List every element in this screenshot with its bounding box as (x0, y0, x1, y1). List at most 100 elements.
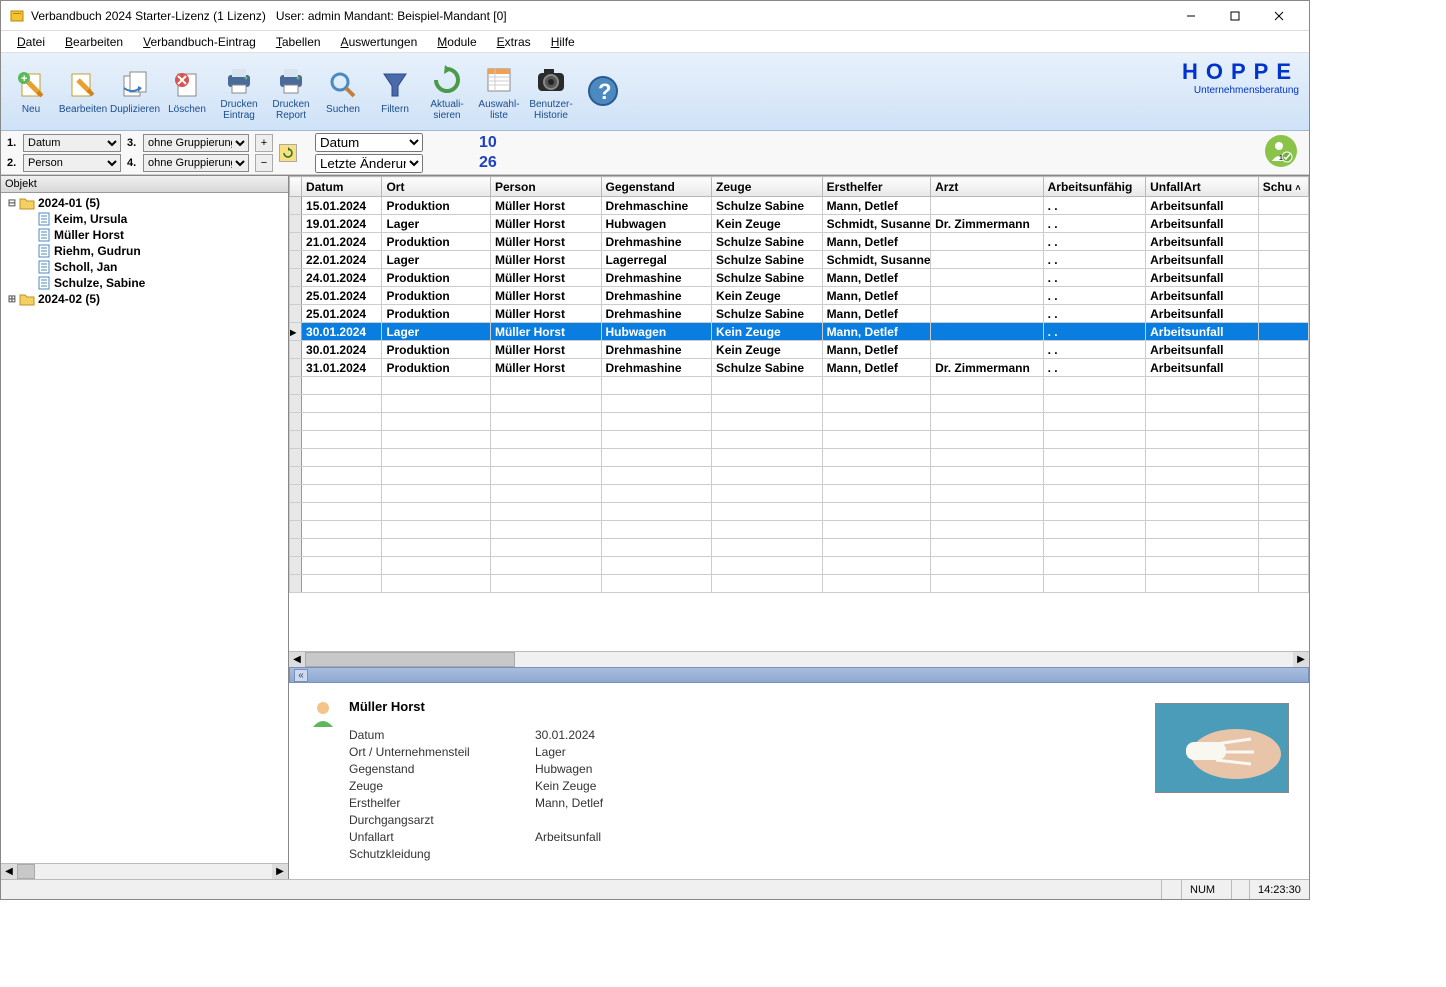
table-cell: . . (1043, 305, 1146, 323)
toolbar-bearbeiten[interactable]: Bearbeiten (57, 56, 109, 128)
row-selector[interactable] (290, 215, 302, 233)
table-row[interactable]: 19.01.2024LagerMüller HorstHubwagenKein … (290, 215, 1309, 233)
table-row[interactable]: 24.01.2024ProduktionMüller HorstDrehmash… (290, 269, 1309, 287)
column-header-ersthelfer[interactable]: Ersthelfer (822, 177, 931, 197)
menu-hilfe[interactable]: Hilfe (541, 33, 585, 51)
add-group-button[interactable]: + (255, 134, 273, 152)
scroll-left-icon[interactable]: ◀ (1, 864, 17, 879)
scroll-right-icon[interactable]: ▶ (272, 864, 288, 879)
column-header-zeuge[interactable]: Zeuge (712, 177, 823, 197)
toolbar-auswahl-[interactable]: Auswahl-liste (473, 56, 525, 128)
remove-group-button[interactable]: − (255, 154, 273, 172)
toolbar-filtern[interactable]: Filtern (369, 56, 421, 128)
column-header-datum[interactable]: Datum (302, 177, 382, 197)
row-selector[interactable] (290, 197, 302, 215)
column-header-ort[interactable]: Ort (382, 177, 491, 197)
scroll-thumb[interactable] (305, 652, 515, 667)
data-grid[interactable]: DatumOrtPersonGegenstandZeugeErsthelferA… (289, 176, 1309, 593)
menu-verbandbuch-eintrag[interactable]: Verbandbuch-Eintrag (133, 33, 266, 51)
menu-auswertungen[interactable]: Auswertungen (331, 33, 428, 51)
tree-item[interactable]: Riehm, Gudrun (3, 243, 286, 259)
close-button[interactable] (1257, 2, 1301, 30)
row-selector[interactable] (290, 305, 302, 323)
row-selector[interactable] (290, 269, 302, 287)
maximize-button[interactable] (1213, 2, 1257, 30)
menu-tabellen[interactable]: Tabellen (266, 33, 331, 51)
brand-subtitle: Unternehmensberatung (1182, 85, 1299, 96)
row-selector[interactable] (290, 341, 302, 359)
detail-value: Mann, Detlef (535, 796, 603, 810)
column-header-gegenstand[interactable]: Gegenstand (601, 177, 712, 197)
scroll-right-icon[interactable]: ▶ (1293, 652, 1309, 667)
sort2-select[interactable]: Letzte Änderung (315, 154, 423, 173)
table-row[interactable]: 15.01.2024ProduktionMüller HorstDrehmasc… (290, 197, 1309, 215)
table-row[interactable]: 31.01.2024ProduktionMüller HorstDrehmash… (290, 359, 1309, 377)
menu-extras[interactable]: Extras (487, 33, 541, 51)
tree-item[interactable]: Keim, Ursula (3, 211, 286, 227)
table-row[interactable]: 21.01.2024ProduktionMüller HorstDrehmash… (290, 233, 1309, 251)
detail-separator[interactable]: « (289, 667, 1309, 683)
tree-item[interactable]: Schulze, Sabine (3, 275, 286, 291)
grid-hscrollbar[interactable]: ◀ ▶ (289, 651, 1309, 667)
toolbar-löschen[interactable]: Löschen (161, 56, 213, 128)
toolbar-neu[interactable]: +Neu (5, 56, 57, 128)
table-cell: Lagerregal (601, 251, 712, 269)
group2-select[interactable]: Person (23, 154, 121, 172)
menu-module[interactable]: Module (427, 33, 486, 51)
row-selector[interactable]: ▸ (290, 323, 302, 341)
toolbar-drucken[interactable]: DruckenEintrag (213, 56, 265, 128)
scroll-thumb[interactable] (17, 864, 35, 879)
tree-item[interactable]: Müller Horst (3, 227, 286, 243)
column-header-arzt[interactable]: Arzt (931, 177, 1044, 197)
scroll-left-icon[interactable]: ◀ (289, 652, 305, 667)
column-header-schu[interactable]: Schu ˄ (1258, 177, 1308, 197)
toolbar-drucken[interactable]: DruckenReport (265, 56, 317, 128)
menu-bearbeiten[interactable]: Bearbeiten (55, 33, 133, 51)
table-row[interactable]: 30.01.2024ProduktionMüller HorstDrehmash… (290, 341, 1309, 359)
table-cell (1258, 341, 1308, 359)
sort1-select[interactable]: Datum (315, 133, 423, 152)
row-selector[interactable] (290, 359, 302, 377)
table-row[interactable]: 25.01.2024ProduktionMüller HorstDrehmash… (290, 305, 1309, 323)
column-header-unfallart[interactable]: UnfallArt (1146, 177, 1259, 197)
svg-text:?: ? (598, 79, 611, 104)
tree-label: Scholl, Jan (54, 260, 117, 274)
expand-icon[interactable]: ⊞ (5, 294, 19, 305)
toolbar-suchen[interactable]: Suchen (317, 56, 369, 128)
tree[interactable]: ⊟2024-01 (5)Keim, UrsulaMüller HorstRieh… (1, 193, 288, 863)
collapse-detail-icon[interactable]: « (294, 669, 308, 682)
row-selector[interactable] (290, 251, 302, 269)
column-header-person[interactable]: Person (490, 177, 601, 197)
collapse-icon[interactable]: ⊟ (5, 198, 19, 209)
minimize-button[interactable] (1169, 2, 1213, 30)
row-selector[interactable] (290, 233, 302, 251)
table-row[interactable]: 22.01.2024LagerMüller HorstLagerregalSch… (290, 251, 1309, 269)
list-icon (482, 63, 516, 97)
toolbar-benutzer-[interactable]: Benutzer-Historie (525, 56, 577, 128)
group4-select[interactable]: ohne Gruppierung (143, 154, 249, 172)
row-selector-header[interactable] (290, 177, 302, 197)
menu-datei[interactable]: Datei (7, 33, 55, 51)
tree-folder[interactable]: ⊞2024-02 (5) (3, 291, 286, 307)
table-cell: Arbeitsunfall (1146, 233, 1259, 251)
toolbar-aktuali-[interactable]: Aktuali-sieren (421, 56, 473, 128)
refresh-group-button[interactable] (279, 144, 297, 162)
table-row[interactable]: ▸30.01.2024LagerMüller HorstHubwagenKein… (290, 323, 1309, 341)
table-cell (931, 287, 1044, 305)
table-cell: Müller Horst (490, 305, 601, 323)
toolbar-duplizieren[interactable]: Duplizieren (109, 56, 161, 128)
toolbar-help[interactable]: ? (577, 56, 629, 128)
tree-item[interactable]: Scholl, Jan (3, 259, 286, 275)
group3-select[interactable]: ohne Gruppierung (143, 134, 249, 152)
group1-select[interactable]: Datum (23, 134, 121, 152)
user-status-icon[interactable]: 1 (1265, 135, 1297, 167)
table-cell: Mann, Detlef (822, 359, 931, 377)
table-cell: . . (1043, 323, 1146, 341)
table-cell: 30.01.2024 (302, 341, 382, 359)
table-row[interactable]: 25.01.2024ProduktionMüller HorstDrehmash… (290, 287, 1309, 305)
row-selector[interactable] (290, 287, 302, 305)
column-header-arbeitsunfähig[interactable]: Arbeitsunfähig (1043, 177, 1146, 197)
tree-folder[interactable]: ⊟2024-01 (5) (3, 195, 286, 211)
tree-hscrollbar[interactable]: ◀ ▶ (1, 863, 288, 879)
grid-wrap[interactable]: DatumOrtPersonGegenstandZeugeErsthelferA… (289, 176, 1309, 651)
